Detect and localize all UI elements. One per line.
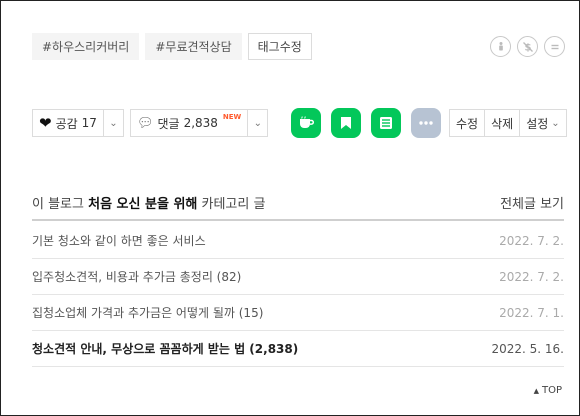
- blog-icon: [341, 117, 351, 129]
- like-label: 공감: [55, 116, 78, 131]
- like-button[interactable]: ❤ 공감 17: [33, 110, 103, 136]
- list-item[interactable]: 입주청소견적, 비용과 추가금 총정리 (82) 2022. 7. 2.: [32, 259, 564, 295]
- top-label: TOP: [541, 385, 562, 396]
- like-dropdown-button[interactable]: ⌄: [102, 110, 123, 136]
- post-footer-panel: #하우스리커버리 #무료견적상담 태그수정 $ ❤ 공감 17 ⌄ 💬︎: [0, 0, 580, 416]
- category-title-suffix: 카테고리 글: [197, 197, 266, 212]
- category-title-prefix: 이 블로그: [32, 197, 89, 212]
- triangle-up-icon: ▲: [533, 386, 539, 395]
- like-count: 17: [81, 116, 97, 130]
- cc-nc-icon: $: [517, 36, 538, 57]
- post-date: 2022. 7. 2.: [499, 269, 564, 284]
- post-title[interactable]: 기본 청소와 같이 하면 좋은 서비스: [32, 232, 206, 249]
- delete-post-button[interactable]: 삭제: [484, 109, 521, 137]
- like-button-group: ❤ 공감 17 ⌄: [32, 109, 124, 137]
- view-all-posts-link[interactable]: 전체글 보기: [500, 193, 564, 212]
- chevron-down-icon: ⌄: [109, 117, 118, 129]
- post-title[interactable]: 집청소업체 가격과 추가금은 어떻게 될까 (15): [32, 304, 263, 321]
- post-title[interactable]: 청소견적 안내, 무상으로 꼼꼼하게 받는 법 (2,838): [32, 340, 298, 357]
- edit-post-button[interactable]: 수정: [449, 109, 486, 137]
- cafe-icon: [300, 116, 315, 128]
- share-buttons: [291, 108, 441, 138]
- post-manage-buttons: 수정 삭제 설정 ⌄: [449, 109, 567, 137]
- category-post-list: 기본 청소와 같이 하면 좋은 서비스 2022. 7. 2. 입주청소견적, …: [32, 223, 564, 367]
- comment-label: 댓글: [157, 116, 180, 131]
- cc-license[interactable]: $: [490, 36, 565, 57]
- list-item[interactable]: 집청소업체 가격과 추가금은 어떻게 될까 (15) 2022. 7. 1.: [32, 295, 564, 331]
- post-title[interactable]: 입주청소견적, 비용과 추가금 총정리 (82): [32, 268, 241, 285]
- category-header: 이 블로그 처음 오신 분을 위해 카테고리 글 전체글 보기: [32, 191, 564, 221]
- reaction-bar: ❤ 공감 17 ⌄ 💬︎ 댓글 2,838 NEW ⌄: [32, 109, 269, 137]
- comment-dropdown-button[interactable]: ⌄: [247, 110, 267, 136]
- back-to-top-button[interactable]: ▲ TOP: [534, 385, 562, 396]
- cc-nd-icon: [544, 36, 565, 57]
- chevron-down-icon: ⌄: [551, 117, 560, 129]
- comment-bubble-icon: 💬︎: [136, 115, 154, 131]
- tag-free-estimate[interactable]: #무료견적상담: [145, 33, 242, 60]
- memo-share-button[interactable]: [371, 108, 401, 138]
- memo-icon: [380, 117, 392, 129]
- more-icon: [419, 121, 433, 125]
- settings-button[interactable]: 설정 ⌄: [519, 109, 567, 137]
- edit-tags-button[interactable]: 태그수정: [247, 33, 312, 60]
- tag-list: #하우스리커버리 #무료견적상담 태그수정: [32, 33, 312, 60]
- tag-house-recovery[interactable]: #하우스리커버리: [32, 33, 140, 60]
- list-item[interactable]: 기본 청소와 같이 하면 좋은 서비스 2022. 7. 2.: [32, 223, 564, 259]
- settings-label: 설정: [526, 116, 549, 131]
- comment-button-group: 💬︎ 댓글 2,838 NEW ⌄: [129, 109, 269, 137]
- blog-share-button[interactable]: [331, 108, 361, 138]
- comment-count: 2,838: [183, 116, 218, 130]
- category-name[interactable]: 처음 오신 분을 위해: [88, 197, 197, 212]
- new-badge: NEW: [222, 113, 242, 121]
- more-share-button[interactable]: [411, 108, 441, 138]
- cc-by-icon: [490, 36, 511, 57]
- list-item-current[interactable]: 청소견적 안내, 무상으로 꼼꼼하게 받는 법 (2,838) 2022. 5.…: [32, 331, 564, 367]
- category-title: 이 블로그 처음 오신 분을 위해 카테고리 글: [32, 193, 265, 212]
- post-date: 2022. 5. 16.: [491, 341, 564, 356]
- cafe-share-button[interactable]: [291, 108, 321, 138]
- comment-button[interactable]: 💬︎ 댓글 2,838 NEW: [131, 110, 247, 136]
- post-date: 2022. 7. 1.: [499, 305, 564, 320]
- chevron-down-icon: ⌄: [253, 117, 262, 129]
- post-date: 2022. 7. 2.: [499, 233, 564, 248]
- heart-icon: ❤: [39, 113, 52, 132]
